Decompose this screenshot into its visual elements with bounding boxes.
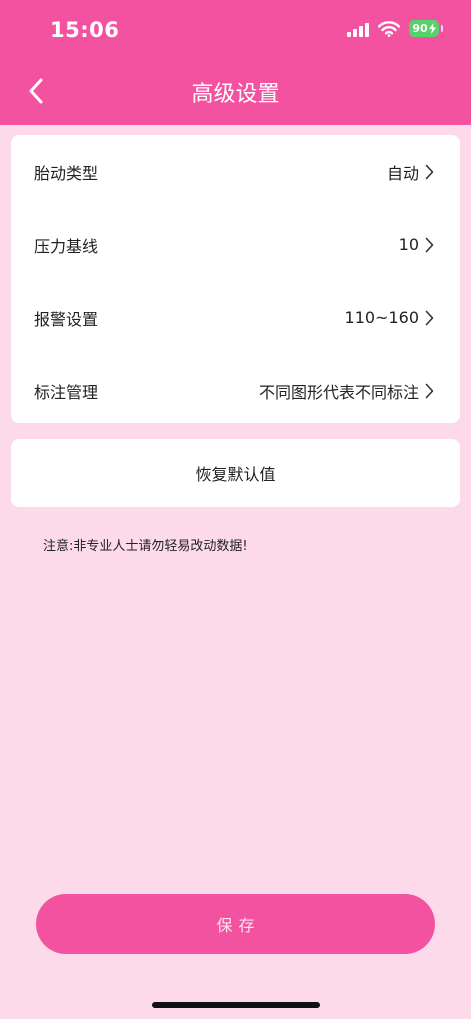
reset-defaults-button[interactable]: 恢复默认值 <box>11 439 460 507</box>
save-button[interactable]: 保存 <box>36 894 435 954</box>
chevron-right-icon <box>425 164 434 179</box>
setting-label: 压力基线 <box>34 236 99 256</box>
battery-level: 90 <box>412 22 428 35</box>
home-indicator <box>152 1002 320 1008</box>
warning-notice: 注意:非专业人士请勿轻易改动数据! <box>43 539 248 554</box>
chevron-right-icon <box>425 237 434 252</box>
setting-value: 10 <box>398 235 419 254</box>
status-icons: 90 <box>347 20 443 37</box>
setting-label: 胎动类型 <box>34 163 99 183</box>
battery-nub <box>441 25 443 32</box>
page-title: 高级设置 <box>191 82 280 107</box>
chevron-right-icon <box>425 310 434 325</box>
setting-label: 报警设置 <box>34 309 99 329</box>
wifi-icon <box>378 20 400 37</box>
charging-bolt-icon <box>428 23 436 34</box>
battery-charging-icon: 90 <box>409 20 443 37</box>
setting-value: 不同图形代表不同标注 <box>258 382 419 402</box>
chevron-right-icon <box>425 383 434 398</box>
setting-value: 110~160 <box>344 308 419 327</box>
setting-row-fetal-movement-type[interactable]: 胎动类型 自动 <box>11 135 460 208</box>
setting-row-alarm-settings[interactable]: 报警设置 110~160 <box>11 281 460 354</box>
setting-row-annotation-management[interactable]: 标注管理 不同图形代表不同标注 <box>11 354 460 427</box>
header-bar: 15:06 90 高级设置 <box>0 0 471 125</box>
signal-icon <box>347 21 369 37</box>
settings-card: 胎动类型 自动 压力基线 10 报警设置 110~160 标注管理 不同图形代表… <box>11 135 460 423</box>
setting-value: 自动 <box>386 163 419 183</box>
setting-label: 标注管理 <box>34 382 99 402</box>
status-time: 15:06 <box>50 18 120 42</box>
setting-row-pressure-baseline[interactable]: 压力基线 10 <box>11 208 460 281</box>
save-button-label: 保存 <box>216 916 261 935</box>
reset-defaults-label: 恢复默认值 <box>195 465 276 484</box>
